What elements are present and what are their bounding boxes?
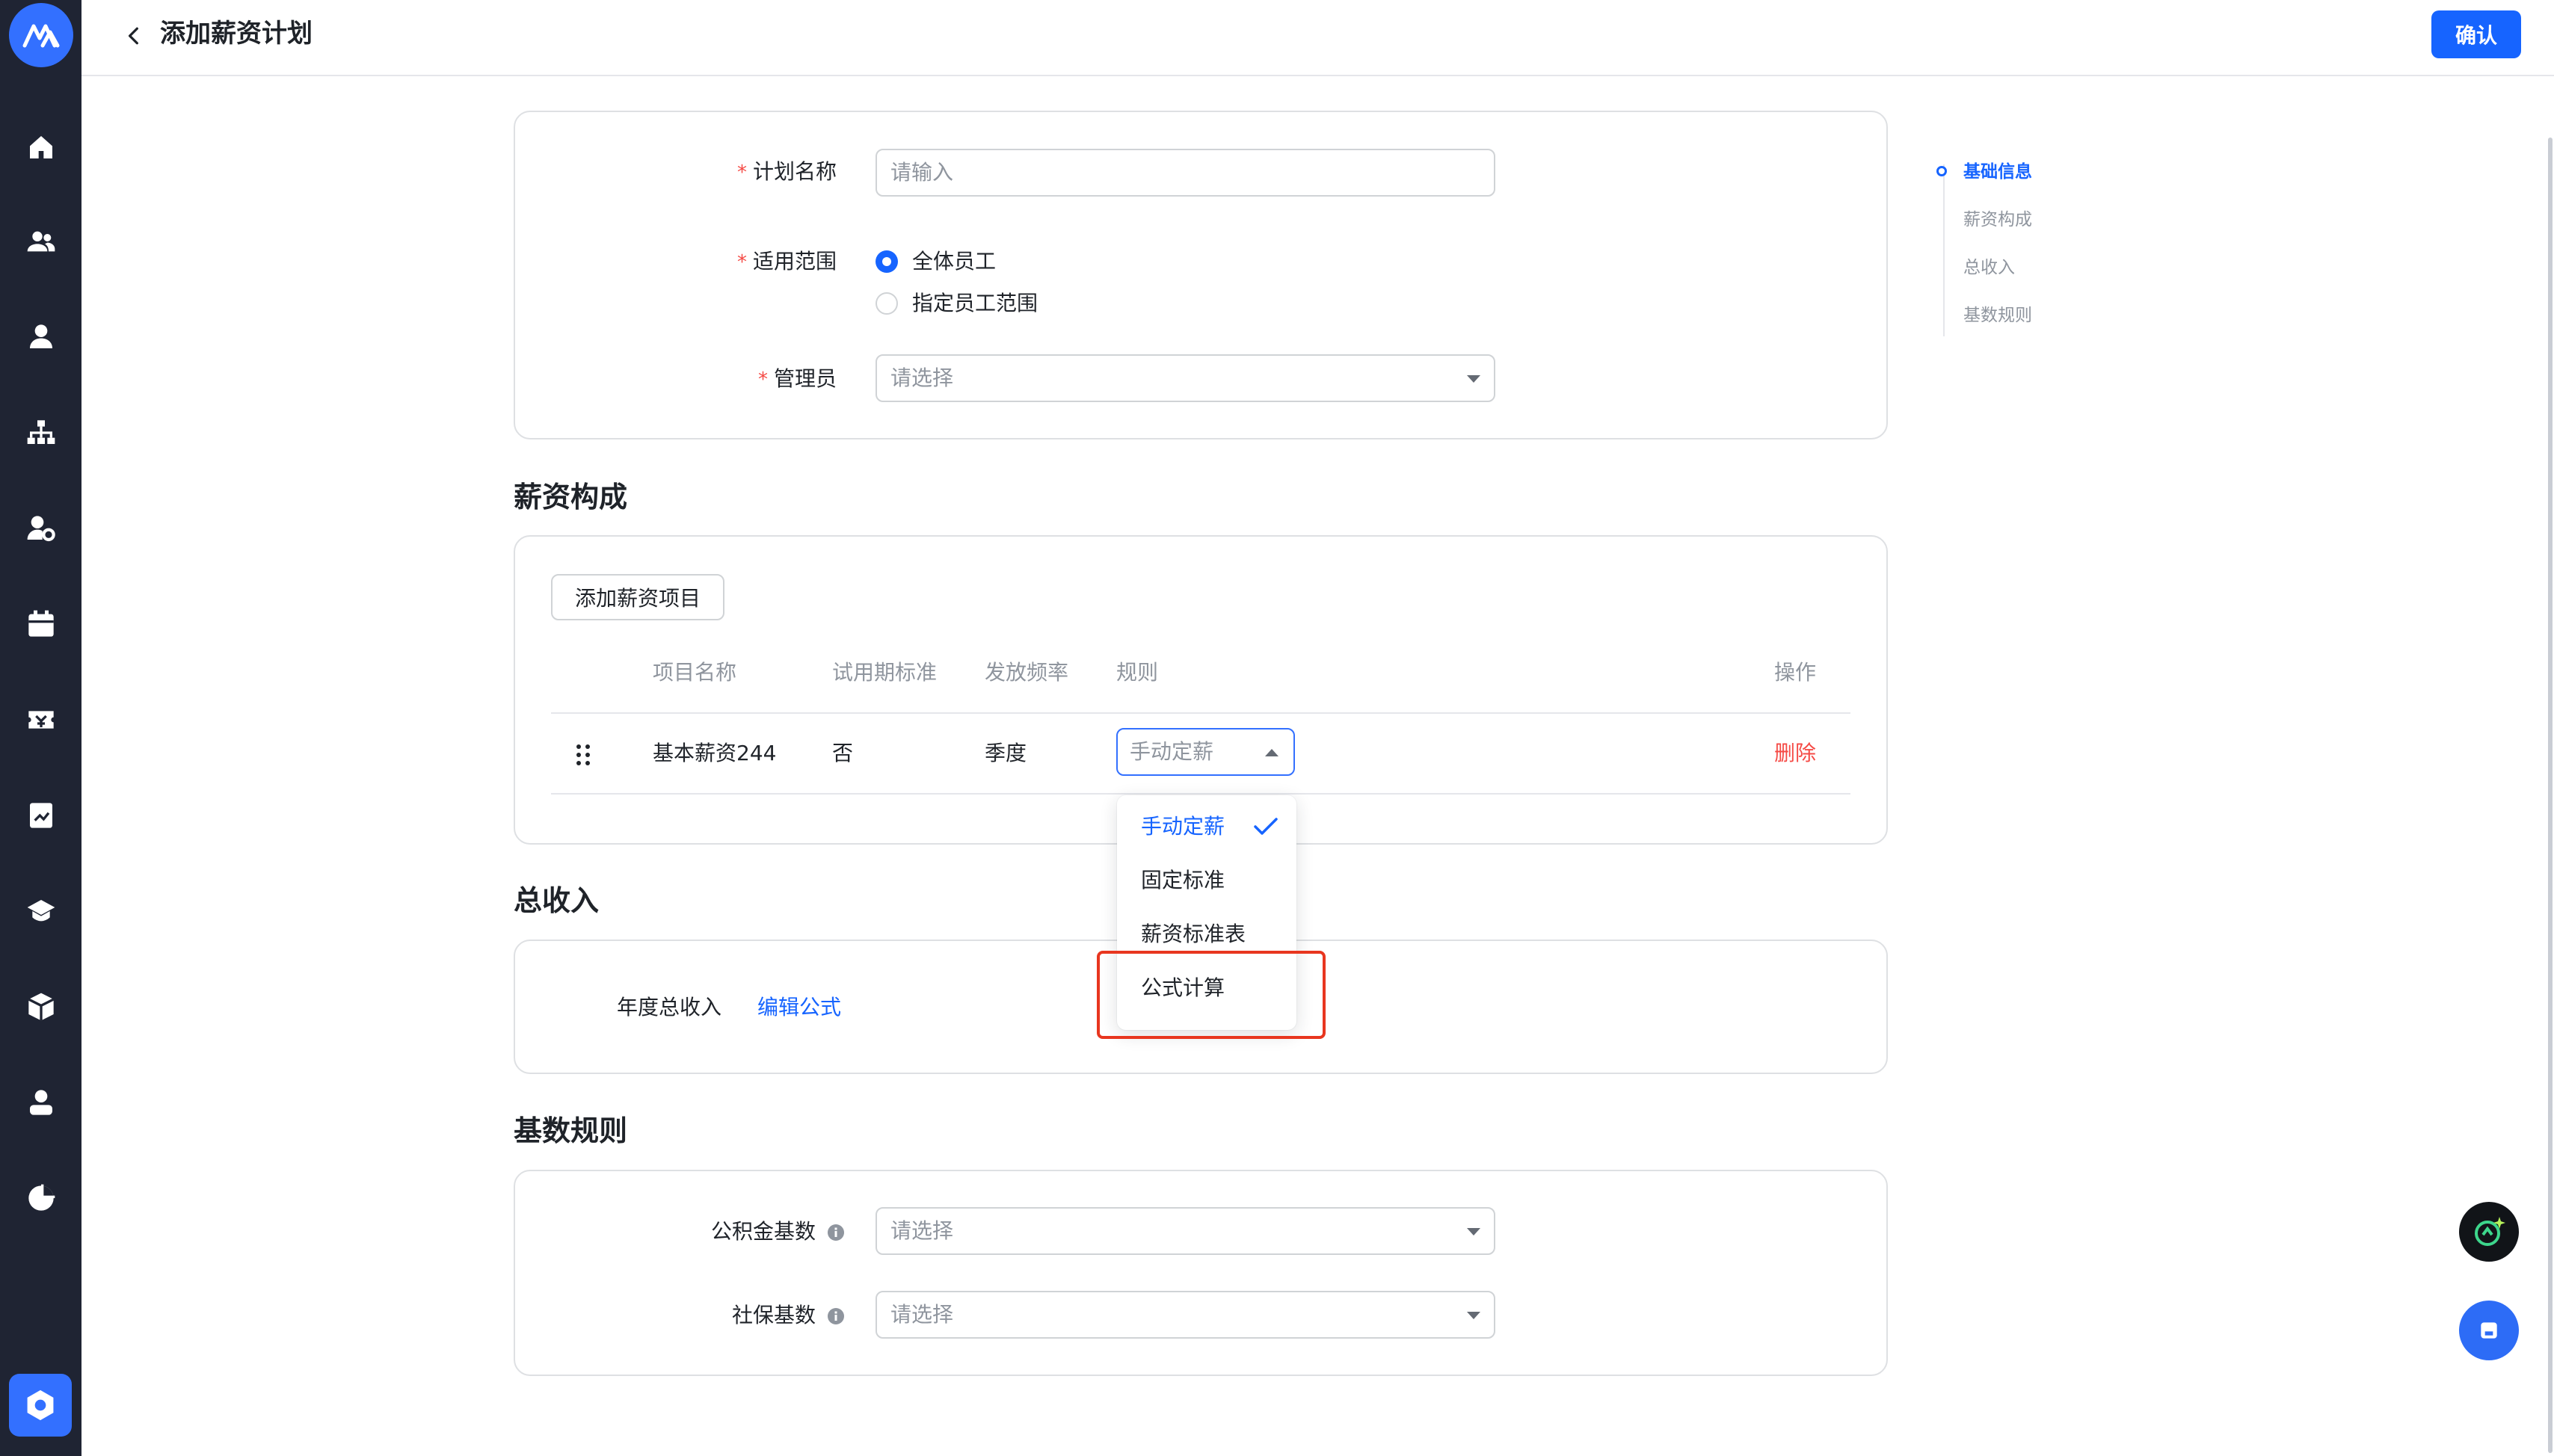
admin-select[interactable]: 请选择 — [876, 354, 1495, 402]
person-icon[interactable] — [21, 317, 61, 357]
total-income-title: 总收入 — [514, 884, 600, 917]
page-title: 添加薪资计划 — [160, 19, 313, 49]
org-chart-icon[interactable] — [21, 413, 61, 453]
scope-custom-label: 指定员工范围 — [912, 291, 1038, 315]
anchor-nav-track — [1943, 164, 1945, 336]
housing-fund-select[interactable]: 请选择 — [876, 1207, 1495, 1255]
anchor-active-dot — [1936, 166, 1947, 176]
col-probation: 试用期标准 — [832, 660, 938, 685]
people-icon[interactable] — [21, 221, 61, 262]
dropdown-option-table[interactable]: 薪资标准表 — [1141, 919, 1246, 949]
scope-custom-radio[interactable] — [876, 292, 898, 315]
ai-sparkle-icon — [2475, 1217, 2505, 1246]
add-salary-item-button[interactable]: 添加薪资项目 — [551, 574, 724, 620]
ticket-icon[interactable] — [21, 700, 61, 740]
dropdown-option-manual[interactable]: 手动定薪 — [1141, 812, 1225, 842]
rule-select[interactable]: 手动定薪 — [1116, 728, 1295, 776]
calendar-icon[interactable] — [21, 604, 61, 644]
top-header: 添加薪资计划 确认 — [81, 0, 2554, 76]
save-draft-button[interactable] — [2459, 1301, 2519, 1360]
logo-icon — [22, 24, 60, 48]
graduation-icon[interactable] — [21, 891, 61, 931]
drag-handle-icon[interactable] — [576, 743, 591, 767]
profile-icon[interactable] — [21, 1082, 61, 1123]
chevron-up-icon — [1265, 749, 1278, 756]
scope-all-label: 全体员工 — [912, 249, 997, 274]
cell-item-name: 基本薪资244 — [653, 741, 777, 765]
home-icon[interactable] — [21, 127, 61, 167]
table-header-divider — [551, 712, 1850, 714]
settings-icon[interactable] — [9, 1374, 72, 1437]
confirm-button[interactable]: 确认 — [2431, 10, 2521, 58]
col-rule: 规则 — [1116, 660, 1159, 685]
check-icon — [1253, 816, 1278, 840]
plan-name-label: * 计划名称 — [737, 159, 837, 184]
plan-name-input[interactable]: 请输入 — [876, 149, 1495, 197]
anchor-total-income[interactable]: 总收入 — [1963, 256, 2015, 280]
annual-income-label: 年度总收入 — [617, 995, 722, 1019]
delete-link[interactable]: 删除 — [1774, 738, 1816, 768]
page-scrollbar[interactable] — [2548, 138, 2553, 1453]
housing-fund-label: 公积金基数 — [711, 1217, 845, 1247]
col-frequency: 发放频率 — [985, 660, 1069, 685]
edit-formula-link[interactable]: 编辑公式 — [757, 993, 841, 1022]
anchor-salary-structure[interactable]: 薪资构成 — [1963, 208, 2032, 232]
pie-chart-icon[interactable] — [21, 1178, 61, 1218]
chevron-down-icon — [1467, 375, 1480, 383]
scope-label: * 适用范围 — [737, 249, 837, 274]
chevron-down-icon — [1467, 1312, 1480, 1319]
anchor-basic-info[interactable]: 基础信息 — [1963, 160, 2032, 184]
info-icon[interactable] — [827, 1224, 845, 1241]
report-icon[interactable] — [21, 795, 61, 836]
ai-assistant-button[interactable] — [2459, 1202, 2519, 1262]
col-action: 操作 — [1774, 660, 1817, 685]
col-item-name: 项目名称 — [653, 660, 737, 685]
back-arrow-icon[interactable] — [117, 19, 150, 52]
person-settings-icon[interactable] — [21, 508, 61, 549]
social-security-label: 社保基数 — [732, 1301, 845, 1330]
sidebar — [0, 0, 81, 1456]
dropdown-option-fixed[interactable]: 固定标准 — [1141, 866, 1225, 895]
base-rules-title: 基数规则 — [514, 1114, 628, 1147]
box-icon[interactable] — [21, 987, 61, 1027]
info-icon[interactable] — [827, 1307, 845, 1325]
chevron-down-icon — [1467, 1228, 1480, 1236]
base-rules-card — [514, 1170, 1888, 1376]
table-row-divider — [551, 793, 1850, 795]
salary-structure-title: 薪资构成 — [514, 481, 628, 513]
highlight-annotation-box — [1097, 951, 1326, 1039]
scope-all-radio[interactable] — [876, 250, 898, 273]
anchor-base-rules[interactable]: 基数规则 — [1963, 303, 2032, 327]
app-logo[interactable] — [9, 3, 73, 67]
cell-frequency: 季度 — [985, 741, 1027, 765]
admin-label: * 管理员 — [758, 366, 837, 391]
cell-probation: 否 — [832, 741, 854, 765]
social-security-select[interactable]: 请选择 — [876, 1291, 1495, 1339]
save-icon — [2481, 1322, 2497, 1339]
